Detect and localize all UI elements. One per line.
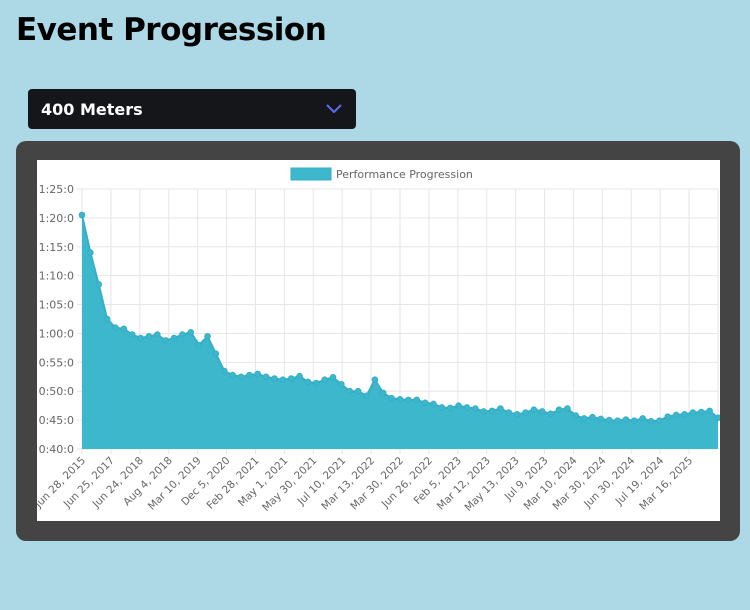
data-point[interactable]	[564, 405, 571, 412]
data-point[interactable]	[313, 379, 320, 387]
data-point[interactable]	[321, 376, 328, 383]
y-tick-label: 1:05:0	[39, 299, 74, 312]
legend[interactable]: Performance Progression	[290, 167, 473, 181]
data-point[interactable]	[363, 392, 370, 400]
chart-panel: 0:40:0 0:45:0 0:50:0 0:55:0 1:00:0 1:05:0 1:10…	[16, 141, 740, 541]
data-point[interactable]	[605, 416, 613, 424]
data-point[interactable]	[697, 408, 705, 416]
data-point[interactable]	[438, 404, 446, 411]
data-point[interactable]	[103, 315, 111, 323]
data-point[interactable]	[664, 413, 672, 420]
data-point[interactable]	[195, 341, 203, 349]
data-point[interactable]	[354, 387, 362, 395]
data-point[interactable]	[379, 389, 387, 397]
data-point[interactable]	[179, 331, 186, 338]
y-tick-label: 1:10:0	[39, 270, 74, 283]
chevron-down-icon[interactable]	[326, 104, 342, 114]
data-point[interactable]	[555, 406, 563, 414]
y-tick-label: 1:25:0	[39, 183, 74, 196]
data-point[interactable]	[689, 409, 697, 416]
data-point[interactable]	[154, 331, 161, 338]
data-point[interactable]	[597, 415, 605, 423]
data-point[interactable]	[614, 417, 621, 424]
data-point[interactable]	[145, 333, 153, 340]
data-point[interactable]	[187, 328, 195, 336]
data-point[interactable]	[128, 331, 136, 338]
data-point[interactable]	[622, 416, 630, 423]
data-point[interactable]	[162, 337, 169, 344]
data-point[interactable]	[488, 407, 496, 415]
data-point[interactable]	[87, 249, 94, 256]
data-point[interactable]	[547, 410, 554, 418]
data-point[interactable]	[672, 411, 680, 419]
data-point[interactable]	[137, 334, 144, 342]
data-point[interactable]	[296, 372, 303, 380]
data-point[interactable]	[430, 400, 437, 408]
data-point[interactable]	[538, 408, 546, 415]
performance-chart: 0:40:0 0:45:0 0:50:0 0:55:0 1:00:0 1:05:0 1:10…	[32, 167, 722, 514]
data-point[interactable]	[505, 409, 513, 416]
chart-surface: 0:40:0 0:45:0 0:50:0 0:55:0 1:00:0 1:05:0 1:10…	[32, 160, 722, 521]
data-point[interactable]	[647, 417, 655, 425]
data-point[interactable]	[497, 405, 504, 412]
data-point[interactable]	[580, 415, 588, 422]
data-point[interactable]	[371, 376, 379, 383]
data-point[interactable]	[338, 380, 345, 388]
y-tick-label: 1:00:0	[39, 327, 74, 340]
legend-swatch	[290, 167, 332, 181]
event-select-value: 400 Meters	[41, 99, 143, 119]
data-point[interactable]	[681, 411, 688, 418]
data-point[interactable]	[287, 375, 295, 382]
data-point[interactable]	[639, 415, 646, 422]
data-point[interactable]	[220, 367, 228, 375]
data-point[interactable]	[120, 325, 128, 333]
data-point[interactable]	[112, 324, 119, 331]
data-point[interactable]	[229, 371, 236, 379]
data-point[interactable]	[656, 417, 663, 424]
y-tick-label: 0:50:0	[39, 385, 74, 398]
data-point[interactable]	[530, 406, 538, 414]
data-point[interactable]	[246, 371, 253, 379]
data-point[interactable]	[262, 373, 270, 381]
legend-label: Performance Progression	[336, 168, 473, 181]
data-point[interactable]	[631, 417, 638, 424]
data-point[interactable]	[212, 350, 220, 357]
data-point[interactable]	[279, 376, 287, 383]
data-point[interactable]	[463, 404, 471, 411]
data-point[interactable]	[589, 413, 596, 421]
data-point[interactable]	[78, 211, 86, 219]
data-point[interactable]	[480, 408, 487, 415]
data-point[interactable]	[405, 396, 412, 404]
data-point[interactable]	[95, 281, 103, 288]
data-point[interactable]	[472, 405, 479, 412]
y-tick-label: 0:55:0	[39, 356, 74, 369]
page-title: Event Progression	[16, 12, 327, 48]
data-point[interactable]	[237, 373, 245, 381]
data-point[interactable]	[522, 409, 529, 416]
data-point[interactable]	[346, 387, 354, 395]
data-point[interactable]	[170, 334, 178, 342]
y-tick-label: 1:15:0	[39, 241, 74, 254]
data-point[interactable]	[413, 396, 421, 404]
y-tick-label: 0:45:0	[39, 414, 74, 427]
data-point[interactable]	[421, 399, 429, 407]
data-point[interactable]	[329, 374, 337, 381]
y-tick-label: 1:20:0	[39, 212, 74, 225]
data-point[interactable]	[446, 404, 454, 412]
data-point[interactable]	[455, 402, 462, 409]
y-tick-label: 0:40:0	[39, 443, 74, 456]
data-point[interactable]	[204, 333, 211, 340]
data-point[interactable]	[304, 378, 312, 386]
data-point[interactable]	[254, 370, 262, 378]
data-point[interactable]	[714, 414, 722, 422]
data-point[interactable]	[706, 407, 713, 415]
data-point[interactable]	[388, 394, 395, 402]
data-point[interactable]	[513, 411, 521, 418]
event-select[interactable]: 400 Meters	[28, 89, 356, 129]
x-tick-label: Mar 16, 2025	[637, 455, 695, 513]
data-point[interactable]	[271, 375, 278, 382]
data-point[interactable]	[396, 396, 404, 403]
data-point[interactable]	[572, 412, 580, 419]
